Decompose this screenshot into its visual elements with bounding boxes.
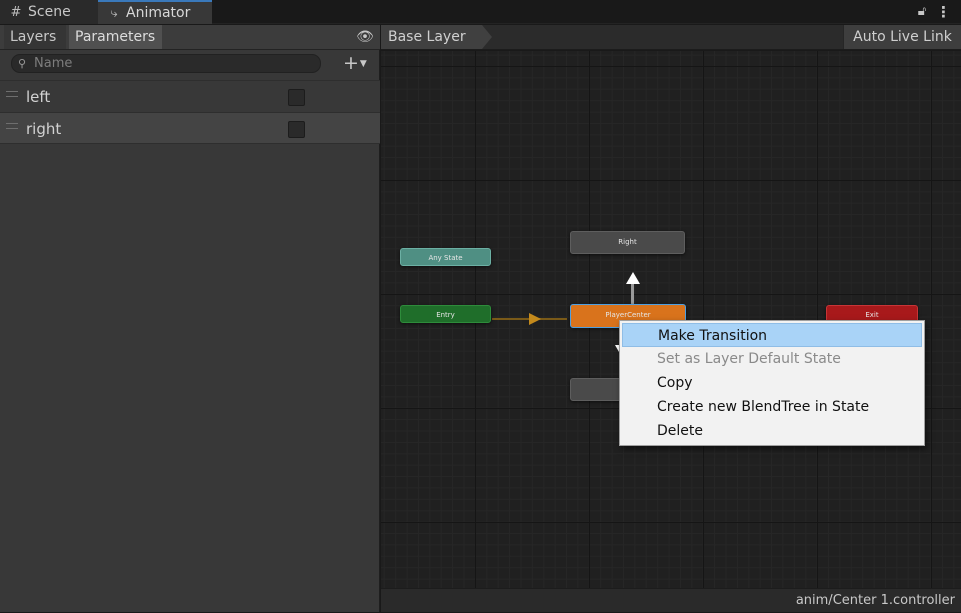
add-parameter-button[interactable]: +▼ <box>343 52 375 74</box>
tab-animator[interactable]: ⤷ Animator <box>98 0 212 24</box>
menu-item-copy[interactable]: Copy <box>622 371 922 395</box>
context-menu: Make Transition Set as Layer Default Sta… <box>619 320 925 446</box>
parameter-bool-checkbox[interactable] <box>288 121 305 138</box>
status-bar: anim/Center 1.controller <box>381 588 961 612</box>
transition-arrow-icon <box>626 272 640 284</box>
kebab-menu-icon[interactable]: ⋮ <box>936 3 951 21</box>
drag-handle-icon[interactable] <box>6 91 18 97</box>
eye-icon[interactable]: 👁︎ <box>355 28 375 46</box>
graph-header: Base Layer Auto Live Link <box>381 25 961 50</box>
auto-live-link-button[interactable]: Auto Live Link <box>843 25 961 49</box>
parameter-bool-checkbox[interactable] <box>288 89 305 106</box>
breadcrumb-base-layer[interactable]: Base Layer <box>381 25 482 49</box>
transition-center-to-right[interactable] <box>631 283 634 304</box>
search-input[interactable] <box>34 55 314 72</box>
parameter-row[interactable]: left <box>0 80 380 112</box>
tab-animator-label: Animator <box>126 5 191 21</box>
lock-icon[interactable]: 🔓︎ <box>914 3 930 21</box>
node-entry[interactable]: Entry <box>400 305 491 323</box>
parameter-name[interactable]: right <box>26 113 61 145</box>
tab-parameters[interactable]: Parameters <box>69 25 162 49</box>
window-tab-bar: # Scene ⤷ Animator 🔓︎ ⋮ <box>0 0 961 24</box>
menu-item-delete[interactable]: Delete <box>622 419 922 443</box>
parameter-name[interactable]: left <box>26 81 50 113</box>
tab-scene[interactable]: # Scene <box>0 0 98 24</box>
transition-arrow-icon <box>529 313 541 325</box>
parameters-panel: Layers Parameters 👁︎ ⚲ +▼ left right <box>0 25 380 612</box>
parameter-row[interactable]: right <box>0 112 380 144</box>
menu-item-set-default-state: Set as Layer Default State <box>657 351 841 367</box>
tab-layers[interactable]: Layers <box>4 25 66 49</box>
node-right[interactable]: Right <box>570 231 685 254</box>
drag-handle-icon[interactable] <box>6 123 18 129</box>
controller-path: anim/Center 1.controller <box>795 593 955 608</box>
menu-item-make-transition[interactable]: Make Transition <box>622 323 922 347</box>
animator-icon: ⤷ <box>110 6 118 21</box>
panel-toolbar: Layers Parameters 👁︎ <box>0 25 380 50</box>
tab-scene-label: Scene <box>28 4 71 20</box>
parameter-search[interactable]: ⚲ <box>11 54 321 73</box>
menu-item-create-blendtree[interactable]: Create new BlendTree in State <box>622 395 922 419</box>
breadcrumb-arrow <box>482 25 492 49</box>
search-icon: ⚲ <box>18 57 27 70</box>
node-any-state[interactable]: Any State <box>400 248 491 266</box>
plus-icon: + <box>343 52 359 74</box>
grid-icon: # <box>10 5 22 20</box>
chevron-down-icon: ▼ <box>359 59 367 69</box>
